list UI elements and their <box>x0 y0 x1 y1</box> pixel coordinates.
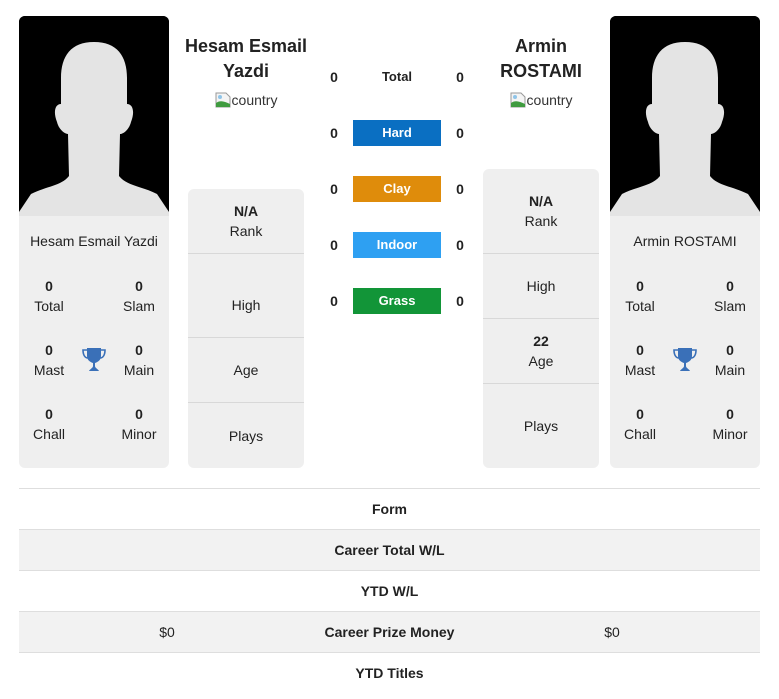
trophy-icon <box>82 348 106 371</box>
info-high: High <box>188 273 304 338</box>
stat-slam: 0 Slam <box>123 278 155 314</box>
player-right-info: N/A Rank High 22 Age Plays <box>483 169 599 468</box>
info-high: High <box>483 254 599 319</box>
player-right-country-flag: country <box>476 92 606 108</box>
stat-mast: 0 Mast <box>624 342 656 378</box>
surface-hard-badge: Hard <box>353 120 441 146</box>
silhouette-icon <box>610 16 760 216</box>
player-right-card: Armin ROSTAMI 0 Total 0 Slam 0 Mast 0 Main 0… <box>610 216 760 468</box>
stat-minor: 0 Minor <box>121 406 157 442</box>
table-row-ytd-wl: YTD W/L <box>19 570 760 611</box>
stat-total: 0 Total <box>625 278 655 314</box>
player-left-photo <box>19 16 169 216</box>
info-age: Age <box>188 338 304 403</box>
surface-total-label: Total <box>381 69 413 84</box>
player-left-card: Hesam Esmail Yazdi 0 Total 0 Slam 0 Mast 0M… <box>19 216 169 468</box>
comparison-table: Form Career Total W/L YTD W/L $0 Career … <box>19 488 760 693</box>
player-left-info: N/A Rank High Age Plays <box>188 189 304 468</box>
stat-chall: 0 Chall <box>33 406 65 442</box>
info-rank: N/A Rank <box>483 169 599 254</box>
h2h-row-grass: 0 Grass 0 <box>320 288 480 314</box>
table-row-ytd-titles: YTD Titles <box>19 652 760 693</box>
surface-indoor-badge: Indoor <box>353 232 441 258</box>
table-row-form: Form <box>19 488 760 529</box>
surface-clay-badge: Clay <box>353 176 441 202</box>
h2h-row-total: 0 Total 0 <box>320 64 480 90</box>
player-left-name[interactable]: Hesam Esmail Yazdi <box>19 233 169 249</box>
stat-total: 0 Total <box>34 278 64 314</box>
player-right-photo <box>610 16 760 216</box>
broken-image-icon <box>510 92 526 108</box>
h2h-row-indoor: 0 Indoor 0 <box>320 232 480 258</box>
h2h-row-clay: 0 Clay 0 <box>320 176 480 202</box>
stat-main: 0 Main <box>714 342 746 378</box>
trophy-icon <box>673 348 697 371</box>
table-row-career-prize-money: $0 Career Prize Money $0 <box>19 611 760 652</box>
stat-main: 0 Main <box>123 342 155 378</box>
broken-image-icon <box>215 92 231 108</box>
silhouette-icon <box>19 16 169 216</box>
player-right-name[interactable]: Armin ROSTAMI <box>610 233 760 249</box>
info-rank: N/A Rank <box>188 189 304 254</box>
player-left-country-flag: country <box>181 92 311 108</box>
surface-grass-badge: Grass <box>353 288 441 314</box>
info-plays: Plays <box>228 427 264 444</box>
player-left-heading[interactable]: Hesam Esmail Yazdi <box>181 34 311 84</box>
player-right-heading[interactable]: Armin ROSTAMI <box>476 34 606 84</box>
h2h-row-hard: 0 Hard 0 <box>320 120 480 146</box>
table-row-career-total-wl: Career Total W/L <box>19 529 760 570</box>
stat-chall: 0 Chall <box>624 406 656 442</box>
info-plays: Plays <box>523 418 559 434</box>
stat-minor: 0 Minor <box>712 406 748 442</box>
info-age: 22 Age <box>483 319 599 384</box>
stat-mast: 0 Mast <box>33 342 65 378</box>
stat-slam: 0 Slam <box>714 278 746 314</box>
